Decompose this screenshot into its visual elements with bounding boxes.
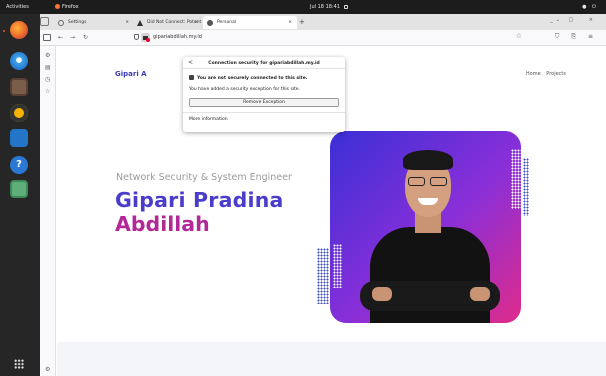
firefox-window: Settings × Did Not Connect: Potent × Per… [40, 14, 606, 376]
system-menu[interactable]: ● ⏻ [582, 4, 598, 10]
site-security-button[interactable] [141, 33, 150, 42]
dot-pattern [333, 244, 342, 288]
warning-text: You are not securely connected to this s… [197, 76, 308, 81]
panel-header: Connection security for gipariabdillah.m… [183, 57, 345, 69]
close-tab-icon[interactable]: × [194, 16, 198, 29]
sidebar-bookmarks-icon[interactable]: ▤ [45, 64, 51, 71]
notification-icon [343, 4, 348, 9]
broken-lock-icon [189, 75, 194, 80]
dock: ? [0, 14, 40, 376]
url-text[interactable]: gipariabdillah.my.id [153, 34, 202, 40]
gear-icon [58, 20, 64, 26]
tab-personal[interactable]: Personal × [203, 16, 297, 29]
nav-bar: ← → ↻ gipariabdillah.my.id ☆ ⛉ ⎘ ≡ [40, 30, 606, 46]
forward-button[interactable]: → [70, 34, 75, 41]
clock[interactable]: Jul 18 18:41 [310, 4, 348, 10]
show-apps-icon[interactable] [14, 359, 24, 369]
sidebar-star-icon[interactable]: ☆ [45, 88, 50, 95]
libreoffice-writer-icon[interactable] [10, 129, 28, 147]
tab-label: Personal [217, 20, 237, 25]
divider [183, 112, 345, 113]
dot-pattern [317, 248, 329, 304]
tracking-protection-icon[interactable] [134, 34, 139, 40]
photo-glasses [408, 177, 448, 186]
dot-pattern [523, 158, 529, 216]
photo-hand [470, 287, 490, 301]
profile-photo [330, 131, 521, 323]
new-tab-button[interactable]: + [299, 16, 305, 29]
firefox-view-icon[interactable] [40, 17, 49, 26]
tab-settings[interactable]: Settings × [54, 16, 134, 29]
dot-pattern [511, 149, 523, 209]
warning-icon [137, 20, 143, 26]
page-footer-band [57, 342, 606, 376]
site-brand[interactable]: Gipari A [115, 70, 147, 78]
tab-label: Did Not Connect: Potent [147, 20, 202, 25]
site-nav: Home Projects [522, 71, 566, 77]
panel-title: Connection security for gipariabdillah.m… [208, 60, 320, 66]
warning-badge-icon [146, 38, 150, 42]
photo-hair [403, 150, 453, 170]
clock-text: Jul 18 18:41 [310, 4, 340, 10]
firefox-icon [55, 4, 60, 9]
tab-label: Settings [68, 20, 87, 25]
firefox-sidebar: ⚙ ▤ ◷ ☆ ⚙ [40, 46, 56, 376]
hero-name-line1: Gipari Pradina [115, 188, 284, 212]
url-bar[interactable]: gipariabdillah.my.id ☆ [132, 32, 530, 43]
sidebar-customize-icon[interactable]: ⚙ [45, 366, 50, 373]
sidebar-history-icon[interactable]: ◷ [45, 76, 50, 83]
back-button[interactable]: ← [58, 34, 63, 41]
rhythmbox-icon[interactable] [10, 104, 28, 122]
app-name: Firefox [62, 4, 79, 10]
app-menu[interactable]: Firefox [55, 4, 79, 10]
hero-subtitle: Network Security & System Engineer [116, 172, 292, 183]
trash-icon[interactable] [10, 180, 28, 198]
bookmark-star-icon[interactable]: ☆ [516, 32, 522, 40]
connection-security-panel: Connection security for gipariabdillah.m… [183, 57, 345, 132]
photo-hand [372, 287, 392, 301]
remove-exception-button[interactable]: Remove Exception [189, 98, 339, 107]
firefox-icon[interactable] [10, 21, 28, 39]
tab-bar: Settings × Did Not Connect: Potent × Per… [40, 14, 606, 30]
close-tab-icon[interactable]: × [288, 16, 292, 29]
window-controls[interactable]: _ □ × [550, 17, 600, 23]
nav-link-home[interactable]: Home [526, 71, 541, 77]
globe-icon [207, 20, 213, 26]
more-information-link[interactable]: More information [189, 117, 228, 122]
reload-button[interactable]: ↻ [83, 34, 88, 41]
nav-link-projects[interactable]: Projects [546, 71, 566, 77]
toolbar-right-icons[interactable]: ⛉ ⎘ ≡ [555, 33, 598, 41]
top-bar: Activities Firefox Jul 18 18:41 ● ⏻ [0, 0, 606, 14]
sidebar-settings-icon[interactable]: ⚙ [45, 52, 50, 59]
running-indicator [3, 30, 5, 32]
back-arrow-icon[interactable]: < [188, 59, 193, 66]
activities-button[interactable]: Activities [6, 4, 29, 10]
tab-did-not-connect[interactable]: Did Not Connect: Potent × [133, 16, 203, 29]
files-icon[interactable] [10, 78, 28, 96]
close-tab-icon[interactable]: × [125, 16, 129, 29]
exception-note: You have added a security exception for … [189, 87, 301, 92]
help-icon[interactable]: ? [10, 156, 28, 174]
sidebar-toggle-icon[interactable] [43, 34, 51, 41]
insecure-warning: You are not securely connected to this s… [189, 75, 307, 81]
thunderbird-icon[interactable] [10, 52, 28, 70]
hero-name-line2: Abdillah [115, 212, 210, 236]
